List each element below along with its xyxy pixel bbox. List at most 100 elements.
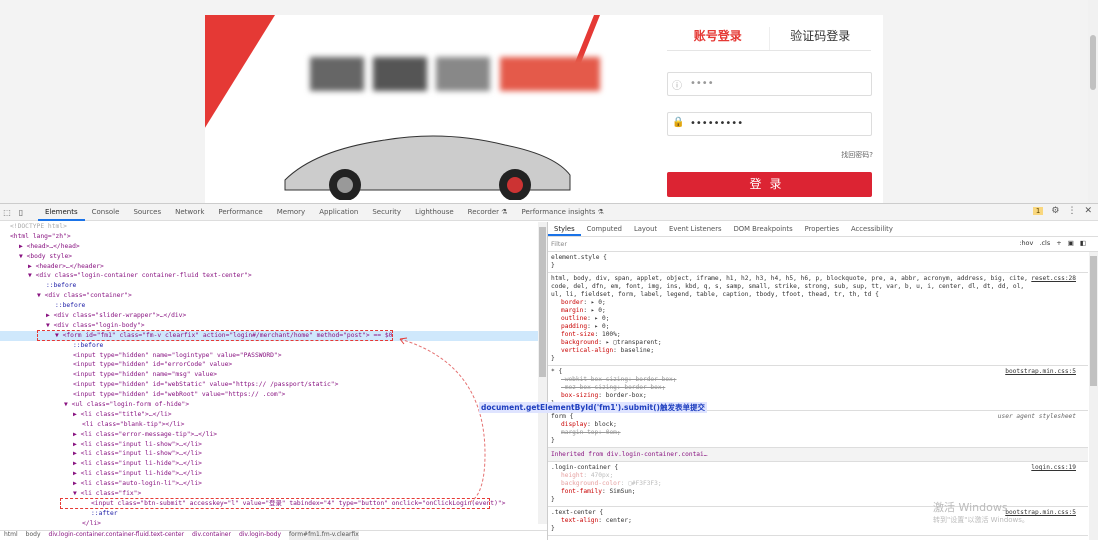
styles-scrollbar[interactable]	[1089, 252, 1098, 540]
tab-network[interactable]: Network	[168, 204, 211, 221]
css-property[interactable]: padding: ▸ 0;	[551, 323, 1085, 331]
dom-node-line[interactable]: ▼ <div class="container">	[0, 291, 547, 301]
hov-toggle[interactable]: :hov	[1019, 239, 1033, 247]
device-toggle-icon[interactable]: ▯	[14, 208, 28, 217]
property-value: ▸ 0;	[590, 307, 606, 314]
tab-security[interactable]: Security	[365, 204, 408, 221]
inspect-element-icon[interactable]: ⬚	[0, 208, 14, 217]
property-value: ▸ 0;	[594, 315, 610, 322]
dom-node-text: ▼ <div class="container">	[37, 292, 132, 300]
css-property[interactable]: display: block;	[551, 421, 1085, 429]
dom-node-line[interactable]: ▼ <div class="login-container container-…	[0, 271, 547, 281]
styles-tab-dom-breakpoints[interactable]: DOM Breakpoints	[728, 222, 799, 236]
devtools-toolbar: ⬚ ▯ Elements Console Sources Network Perform…	[0, 204, 1098, 221]
dom-node-text: ::before	[55, 302, 86, 310]
dom-node-line[interactable]: </li>	[0, 519, 547, 529]
tab-console[interactable]: Console	[85, 204, 127, 221]
css-property[interactable]: font-family: SimSun;	[551, 488, 1085, 496]
tab-account-login[interactable]: 账号登录	[667, 27, 770, 50]
dom-node-text: ▶ <li class="input li-show">…</li>	[73, 450, 202, 458]
elements-scrollbar[interactable]	[538, 222, 547, 524]
styles-tab-computed[interactable]: Computed	[581, 222, 628, 236]
css-property[interactable]: background-color: ▢#F3F3F3;	[551, 480, 1085, 488]
property-value: border-box;	[605, 392, 647, 399]
css-property[interactable]: box-sizing: border-box;	[551, 392, 1085, 400]
dom-node-text: <html lang="zh">	[10, 232, 71, 240]
styles-filter-input[interactable]: Filter :hov .cls + ▣ ◧	[548, 237, 1098, 252]
dom-node-line[interactable]: ::after	[0, 509, 547, 519]
dom-node-line[interactable]: ▼ <body style>	[0, 252, 547, 262]
paint-icon[interactable]: ▣	[1068, 239, 1074, 247]
css-property[interactable]: vertical-align: baseline;	[551, 347, 1085, 355]
dom-node-text: <input type="hidden" name="msg" value>	[73, 371, 218, 379]
css-source-link[interactable]: reset.css:28	[1031, 275, 1076, 283]
property-value: ▸ 0;	[594, 323, 610, 330]
css-rule: element.style {}	[548, 252, 1088, 273]
css-property[interactable]: margin: ▸ 0;	[551, 307, 1085, 315]
tab-elements[interactable]: Elements	[38, 204, 85, 221]
css-property[interactable]: height: 470px;	[551, 472, 1085, 480]
tab-lighthouse[interactable]: Lighthouse	[408, 204, 461, 221]
annotation-arrow	[399, 337, 486, 503]
property-name: display	[561, 421, 588, 428]
rule-close: }	[551, 355, 555, 362]
dom-node-line[interactable]: <html lang="zh">	[0, 232, 547, 242]
dom-node-text: ▼ <ul class="login-form of-hide">	[64, 401, 190, 409]
styles-tab-accessibility[interactable]: Accessibility	[845, 222, 899, 236]
dom-node-line[interactable]: ▶ <head>…</head>	[0, 242, 547, 252]
lock-icon: 🔒	[672, 117, 685, 128]
forgot-password-link[interactable]: 找回密码?	[841, 150, 873, 160]
dom-node-text: ::before	[73, 341, 104, 349]
tab-application[interactable]: Application	[312, 204, 365, 221]
dom-node-line[interactable]: ▶ <header>…</header>	[0, 262, 547, 272]
css-property[interactable]: outline: ▸ 0;	[551, 315, 1085, 323]
tab-sms-login[interactable]: 验证码登录	[770, 27, 872, 50]
dom-node-line[interactable]: ▶ <div class="slider-wrapper">…</div>	[0, 311, 547, 321]
dom-node-line[interactable]: ::before	[0, 281, 547, 291]
dom-node-text: ▶ <li class="auto-login-li">…</li>	[73, 480, 202, 488]
css-property[interactable]: -moz-box-sizing: border-box;	[551, 384, 1085, 392]
dom-node-text: <input type="hidden" id="webRoot" value=…	[73, 391, 286, 399]
login-button[interactable]: 登录	[667, 172, 872, 197]
css-source-link[interactable]: bootstrap.min.css:5	[1005, 368, 1076, 376]
sidebar-toggle-icon[interactable]: ◧	[1080, 239, 1086, 247]
new-rule-button[interactable]: +	[1056, 239, 1061, 247]
dom-node-line[interactable]: <!DOCTYPE html>	[0, 222, 547, 232]
css-selector: .login-container {	[551, 464, 619, 471]
inherited-selector-link[interactable]: div.login-container.contai…	[607, 451, 708, 458]
settings-gear-icon[interactable]: ⚙	[1051, 206, 1059, 216]
dom-node-text: <!DOCTYPE html>	[10, 223, 67, 230]
property-value: border-box;	[635, 376, 677, 383]
css-source-link[interactable]: login.css:19	[1031, 464, 1076, 472]
property-name: -moz-box-sizing	[561, 384, 617, 391]
cls-toggle[interactable]: .cls	[1039, 239, 1050, 247]
more-options-icon[interactable]: ⋮	[1067, 206, 1076, 216]
css-property[interactable]: margin-top: 0em;	[551, 429, 1085, 437]
password-input[interactable]: 🔒 •••••••••	[667, 112, 872, 136]
dom-node-text: ▼ <div class="login-body">	[46, 321, 145, 329]
css-property[interactable]: border: ▸ 0;	[551, 299, 1085, 307]
tab-performance[interactable]: Performance	[211, 204, 269, 221]
page-scrollbar[interactable]	[1088, 0, 1098, 203]
property-value: border-box;	[624, 384, 666, 391]
css-property[interactable]: -webkit-box-sizing: border-box;	[551, 376, 1085, 384]
css-property[interactable]: background: ▸ ▢transparent;	[551, 339, 1085, 347]
tab-sources[interactable]: Sources	[126, 204, 168, 221]
styles-tab-layout[interactable]: Layout	[628, 222, 663, 236]
tab-memory[interactable]: Memory	[270, 204, 312, 221]
styles-tab-styles[interactable]: Styles	[548, 222, 581, 236]
tab-performance-insights[interactable]: Performance insights ⚗	[515, 204, 611, 221]
login-panel: 账号登录 验证码登录 ⓘ •••• 🔒 ••••••••• 找回密码? 登录	[655, 15, 883, 203]
styles-tab-properties[interactable]: Properties	[799, 222, 845, 236]
dom-node-text: ▶ <div class="slider-wrapper">…</div>	[46, 312, 187, 320]
property-value: ▸ ▢transparent;	[605, 339, 662, 346]
issues-badge[interactable]: 1	[1032, 207, 1044, 215]
close-icon[interactable]: ✕	[1084, 206, 1092, 216]
css-property[interactable]: font-size: 100%;	[551, 331, 1085, 339]
dom-node-line[interactable]: ::before	[0, 301, 547, 311]
username-input[interactable]: ⓘ ••••	[667, 72, 872, 96]
tab-recorder[interactable]: Recorder ⚗	[461, 204, 515, 221]
user-icon: ⓘ	[672, 81, 682, 92]
property-value: 470px;	[590, 472, 614, 479]
styles-tab-event-listeners[interactable]: Event Listeners	[663, 222, 728, 236]
